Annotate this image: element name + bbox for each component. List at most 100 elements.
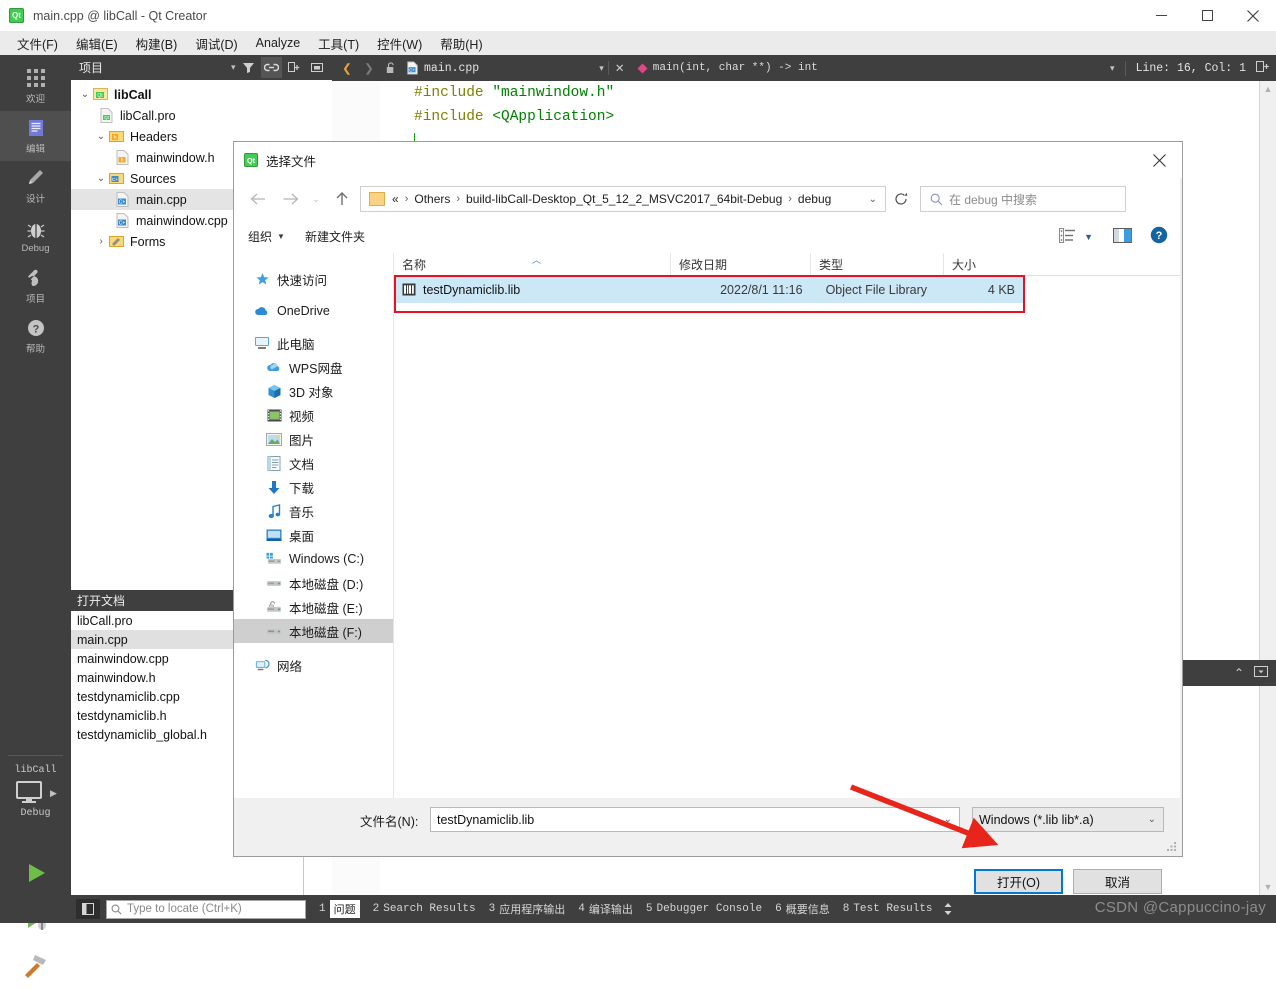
close-icon[interactable]: ✕ <box>607 61 631 75</box>
place-drive-f[interactable]: 本地磁盘 (F:) <box>234 619 393 643</box>
filename-input[interactable]: testDynamiclib.lib ⌄ <box>430 807 960 832</box>
twisty-open-icon[interactable]: ⌄ <box>93 173 109 184</box>
chevron-down-icon[interactable]: ⌄ <box>944 814 952 825</box>
mode-edit[interactable]: 编辑 <box>0 111 71 161</box>
place-this-pc[interactable]: 此电脑 <box>234 331 393 355</box>
twisty-closed-icon[interactable]: › <box>93 236 109 247</box>
place-drive-e[interactable]: 本地磁盘 (E:) <box>234 595 393 619</box>
scroll-up-icon[interactable]: ▲ <box>1260 81 1276 94</box>
menu-help[interactable]: 帮助(H) <box>431 31 491 56</box>
place-documents[interactable]: 文档 <box>234 451 393 475</box>
updown-arrow-icon[interactable] <box>943 902 953 916</box>
tree-item-libcall-pro[interactable]: Qt libCall.pro <box>71 105 332 126</box>
mode-help[interactable]: ? 帮助 <box>0 311 71 361</box>
unlock-icon[interactable] <box>380 62 402 74</box>
chevron-left-icon[interactable]: ❮ <box>336 61 358 75</box>
resize-grip-icon[interactable] <box>1166 841 1178 853</box>
table-row[interactable]: testDynamiclib.lib 2022/8/1 11:16 Object… <box>394 276 1025 303</box>
project-combo-chevron-icon[interactable]: ▾ <box>231 62 236 73</box>
column-type[interactable]: 类型 <box>810 253 943 275</box>
link-icon[interactable] <box>261 57 282 78</box>
breadcrumb-segment[interactable]: Others <box>414 192 450 206</box>
place-quick-access[interactable]: 快速访问 <box>234 267 393 291</box>
kit-selector[interactable]: libCall ▶ Debug <box>0 765 71 819</box>
place-downloads[interactable]: 下载 <box>234 475 393 499</box>
output-pane-search-results[interactable]: 2 Search Results <box>373 903 476 915</box>
mode-welcome[interactable]: 欢迎 <box>0 61 71 111</box>
arrow-up-icon[interactable] <box>326 184 358 214</box>
output-pane-problems[interactable]: 1 问题 <box>319 900 360 918</box>
place-videos[interactable]: 视频 <box>234 403 393 427</box>
place-windows-c[interactable]: Windows (C:) <box>234 547 393 571</box>
chevron-down-icon[interactable]: ▾ <box>1110 63 1115 74</box>
menu-edit[interactable]: 编辑(E) <box>67 31 127 56</box>
output-pane-app-output[interactable]: 3 应用程序输出 <box>489 901 566 917</box>
mode-debug[interactable]: Debug <box>0 211 71 261</box>
split-icon[interactable] <box>284 57 305 78</box>
tree-item-libcall[interactable]: ⌄ Qt libCall <box>71 84 332 105</box>
mode-design[interactable]: 设计 <box>0 161 71 211</box>
menu-tools[interactable]: 工具(T) <box>309 31 368 56</box>
chevron-down-icon[interactable]: ⌄ <box>869 194 877 205</box>
column-modified[interactable]: 修改日期 <box>670 253 810 275</box>
output-pane-test-results[interactable]: 8 Test Results <box>843 903 933 915</box>
place-drive-d[interactable]: 本地磁盘 (D:) <box>234 571 393 595</box>
chevron-down-icon[interactable]: ⌄ <box>306 184 326 214</box>
run-button[interactable] <box>0 850 71 896</box>
place-wps-cloud[interactable]: WPS网盘 <box>234 355 393 379</box>
refresh-icon[interactable] <box>886 186 916 212</box>
breadcrumb-segment[interactable]: debug <box>798 192 831 206</box>
maximize-icon[interactable] <box>1184 0 1230 31</box>
place-music[interactable]: 音乐 <box>234 499 393 523</box>
output-pane-general-messages[interactable]: 6 概要信息 <box>775 901 830 917</box>
arrow-right-icon[interactable] <box>274 184 306 214</box>
output-pane-compile-output[interactable]: 4 编译输出 <box>578 901 633 917</box>
chevron-down-icon[interactable]: ▾ <box>599 63 604 74</box>
sidebar-toggle-icon[interactable] <box>76 899 100 919</box>
arrow-left-icon[interactable] <box>242 184 274 214</box>
help-icon[interactable]: ? <box>1150 226 1168 247</box>
menu-file[interactable]: 文件(F) <box>8 31 67 56</box>
view-list-icon[interactable] <box>1059 227 1076 246</box>
twisty-open-icon[interactable]: ⌄ <box>77 89 93 100</box>
chevron-down-icon[interactable]: ▼ <box>1084 232 1093 242</box>
minimize-panel-icon[interactable] <box>307 57 328 78</box>
place-desktop[interactable]: 桌面 <box>234 523 393 547</box>
build-button[interactable] <box>0 942 71 988</box>
menu-window[interactable]: 控件(W) <box>368 31 431 56</box>
breadcrumb[interactable]: « › Others › build-libCall-Desktop_Qt_5_… <box>360 186 886 212</box>
menu-build[interactable]: 构建(B) <box>127 31 187 56</box>
split-editor-icon[interactable] <box>1256 60 1270 76</box>
breadcrumb-root[interactable]: « <box>392 192 399 206</box>
mode-projects[interactable]: 项目 <box>0 261 71 311</box>
search-input[interactable]: Type to locate (Ctrl+K) <box>106 899 306 919</box>
place-pictures[interactable]: 图片 <box>234 427 393 451</box>
filter-icon[interactable] <box>238 57 259 78</box>
output-pane-debugger-console[interactable]: 5 Debugger Console <box>646 903 762 915</box>
cancel-button[interactable]: 取消 <box>1073 869 1162 894</box>
symbol-combo[interactable]: main(int, char **) -> int <box>637 62 818 74</box>
open-button[interactable]: 打开(O) <box>974 869 1063 894</box>
chevron-up-icon[interactable]: ⌃ <box>1234 666 1244 680</box>
editor-vertical-scrollbar[interactable]: ▲ ▼ <box>1259 81 1276 895</box>
new-folder-button[interactable]: 新建文件夹 <box>295 228 375 245</box>
minimize-icon[interactable] <box>1138 0 1184 31</box>
organize-button[interactable]: 组织 ▼ <box>234 228 295 245</box>
menu-debug[interactable]: 调试(D) <box>186 31 246 56</box>
place-3d-objects[interactable]: 3D 对象 <box>234 379 393 403</box>
close-icon[interactable] <box>1230 0 1276 31</box>
close-icon[interactable] <box>1136 142 1182 178</box>
menu-analyze[interactable]: Analyze <box>247 33 309 53</box>
preview-pane-icon[interactable] <box>1113 227 1132 246</box>
place-onedrive[interactable]: OneDrive <box>234 299 393 323</box>
scroll-down-icon[interactable]: ▼ <box>1260 882 1276 895</box>
twisty-open-icon[interactable]: ⌄ <box>93 131 109 142</box>
chevron-right-icon[interactable]: ❯ <box>358 61 380 75</box>
breadcrumb-segment[interactable]: build-libCall-Desktop_Qt_5_12_2_MSVC2017… <box>466 192 782 206</box>
file-type-filter-select[interactable]: Windows (*.lib lib*.a) ⌄ <box>972 807 1164 832</box>
search-input[interactable]: 在 debug 中搜索 <box>920 186 1126 212</box>
column-name[interactable]: ︿ 名称 <box>394 253 670 275</box>
editor-file-combo[interactable]: C+ main.cpp ▾ <box>406 61 604 75</box>
column-size[interactable]: 大小 <box>943 253 1025 275</box>
chevron-down-icon[interactable]: ⌄ <box>1148 814 1156 825</box>
